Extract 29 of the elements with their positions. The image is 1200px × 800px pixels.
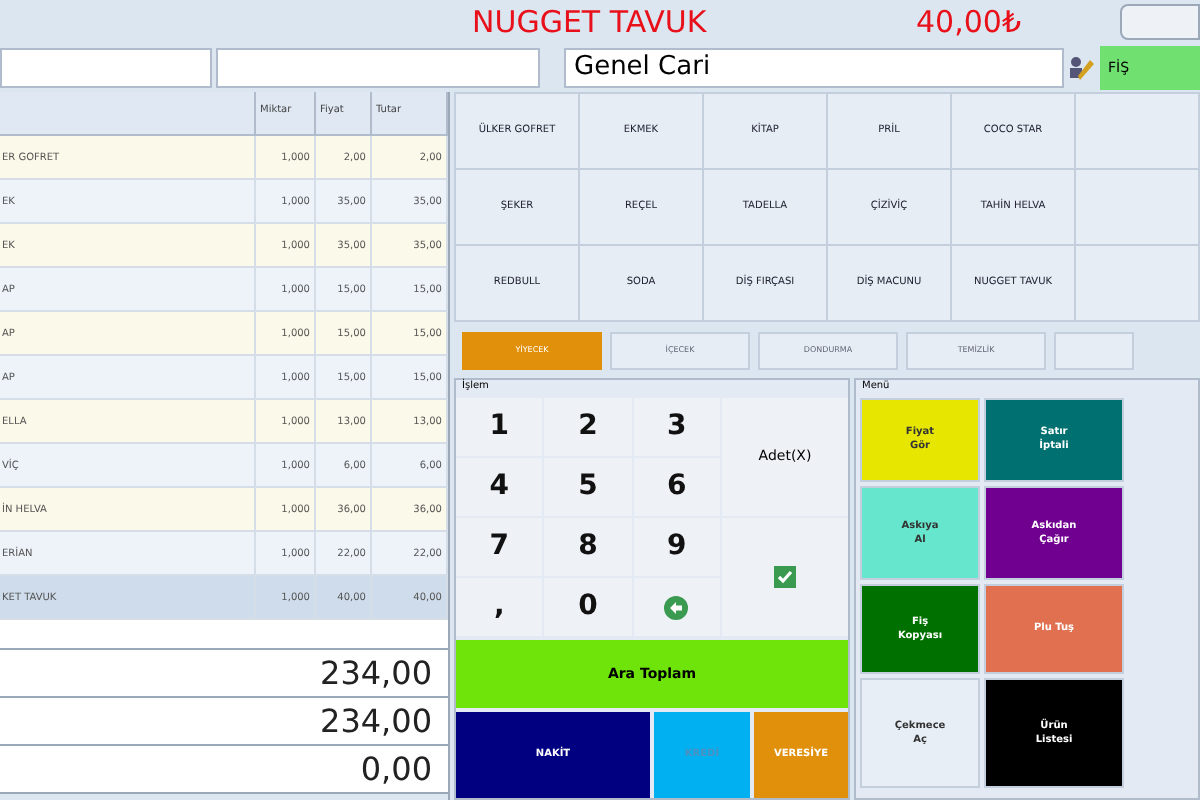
key-button[interactable]: , xyxy=(456,578,543,636)
key-button[interactable]: 5 xyxy=(544,458,632,516)
backspace-button[interactable] xyxy=(633,578,720,636)
back-arrow-icon xyxy=(664,595,689,619)
total-value: 234,00 xyxy=(320,654,432,692)
product-button[interactable] xyxy=(1076,170,1198,244)
total-value: 0,00 xyxy=(360,750,432,788)
product-price: 40,00₺ xyxy=(916,1,1023,44)
customer-field[interactable]: Genel Cari xyxy=(564,48,1064,88)
key-button[interactable]: 3 xyxy=(633,398,720,456)
key-button[interactable]: 8 xyxy=(544,518,632,576)
key-button[interactable]: 9 xyxy=(633,518,720,576)
edit-user-icon[interactable] xyxy=(1068,54,1096,82)
key-button[interactable]: 4 xyxy=(456,458,543,516)
input-field[interactable] xyxy=(0,48,212,88)
key-button[interactable]: 0 xyxy=(544,578,632,636)
category-tab[interactable] xyxy=(1054,331,1134,369)
top-button[interactable] xyxy=(1120,4,1200,40)
check-icon xyxy=(774,566,796,588)
product-button[interactable] xyxy=(1076,246,1198,320)
product-button[interactable] xyxy=(1076,94,1198,168)
product-title: NUGGET TAVUK xyxy=(472,1,709,44)
key-button[interactable]: 6 xyxy=(633,458,720,516)
total-value: 234,00 xyxy=(320,702,432,740)
key-button[interactable]: 2 xyxy=(544,398,632,456)
key-button[interactable]: 7 xyxy=(456,518,543,576)
input-field[interactable] xyxy=(216,48,540,88)
key-button[interactable]: 1 xyxy=(456,398,543,456)
confirm-button[interactable] xyxy=(722,518,848,636)
